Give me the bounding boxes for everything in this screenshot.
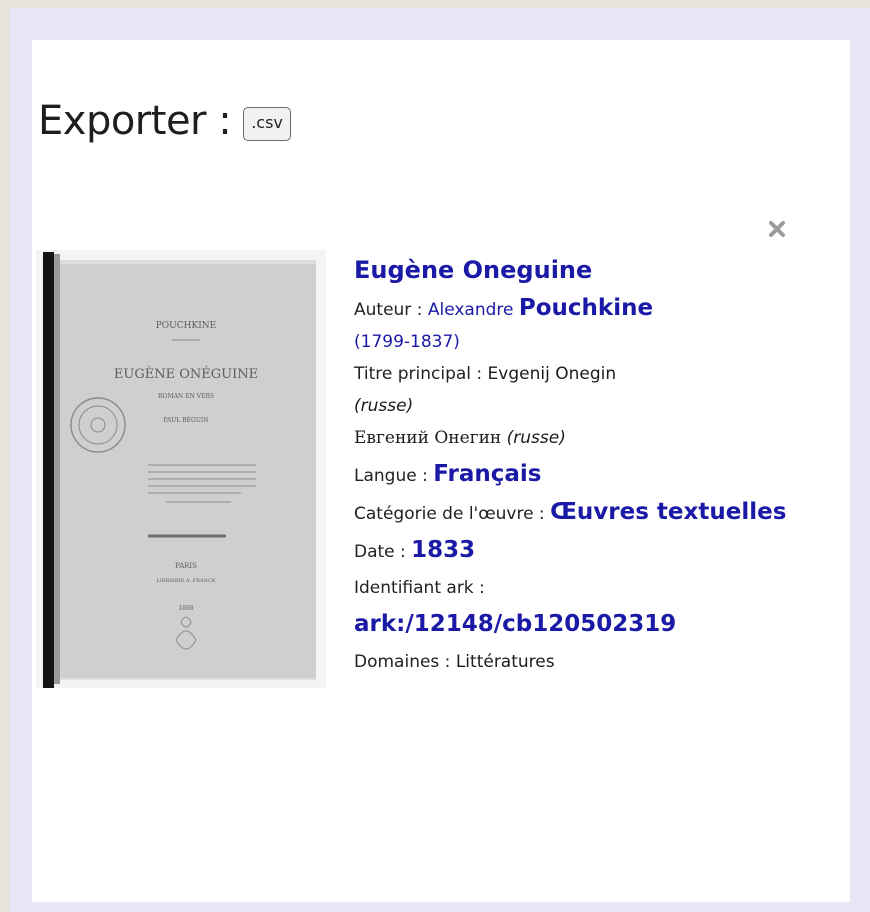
book-cover-image[interactable]: POUCHKINE EUGÈNE ONÉGUINE ROMAN EN VERS …: [36, 250, 326, 688]
language-label: Langue :: [354, 466, 428, 486]
author-label: Auteur :: [354, 300, 423, 320]
ark-label: Identifiant ark :: [354, 578, 485, 598]
date-label: Date :: [354, 542, 406, 562]
cover-publisher: LIBRAIRIE A. FRANCK: [157, 578, 216, 584]
original-title-row: Евгений Онегин (russe): [354, 420, 804, 456]
author-link[interactable]: Alexandre Pouchkine: [427, 295, 653, 321]
original-title: Евгений Онегин: [354, 428, 502, 448]
author-last-name: Pouchkine: [518, 295, 654, 321]
original-title-lang: (russe): [506, 428, 566, 448]
cover-title: EUGÈNE ONÉGUINE: [114, 366, 258, 382]
domains-row: Domaines : Littératures: [354, 644, 804, 680]
date-row: Date : 1833: [354, 532, 804, 570]
domains-label: Domaines :: [354, 652, 451, 672]
main-title-lang: (russe): [354, 396, 414, 416]
language-row: Langue : Français: [354, 456, 804, 494]
cover-translator: PAUL BÉGUIN: [163, 416, 208, 424]
date-link[interactable]: 1833: [411, 537, 475, 563]
language-link[interactable]: Français: [433, 461, 541, 487]
cover-author: POUCHKINE: [156, 321, 216, 331]
main-title-lang-row: (russe): [354, 392, 804, 420]
ark-row: Identifiant ark : ark:/12148/cb120502319: [354, 570, 804, 644]
record-title-link[interactable]: Eugène Oneguine: [354, 250, 804, 290]
export-csv-button[interactable]: .csv: [243, 107, 291, 141]
domains-value: Littératures: [455, 652, 555, 672]
author-first-name: Alexandre: [427, 300, 514, 320]
author-row: Auteur : Alexandre Pouchkine: [354, 290, 804, 328]
close-icon[interactable]: [766, 218, 788, 240]
category-label: Catégorie de l'œuvre :: [354, 504, 545, 524]
main-title-label: Titre principal :: [354, 364, 483, 384]
ark-link[interactable]: ark:/12148/cb120502319: [354, 611, 676, 637]
main-title-value: Evgenij Onegin: [487, 364, 617, 384]
main-title-row: Titre principal : Evgenij Onegin: [354, 356, 804, 392]
record-details: Eugène Oneguine Auteur : Alexandre Pouch…: [354, 250, 804, 680]
author-dates-row: (1799-1837): [354, 328, 804, 356]
cover-year: 1868: [178, 605, 193, 612]
cover-city: PARIS: [175, 562, 197, 570]
export-label: Exporter :: [38, 98, 232, 144]
cover-subtitle: ROMAN EN VERS: [158, 393, 214, 400]
export-row: Exporter : .csv: [38, 98, 291, 144]
author-dates[interactable]: (1799-1837): [354, 332, 460, 352]
category-link[interactable]: Œuvres textuelles: [550, 499, 786, 525]
category-row: Catégorie de l'œuvre : Œuvres textuelles: [354, 494, 804, 532]
